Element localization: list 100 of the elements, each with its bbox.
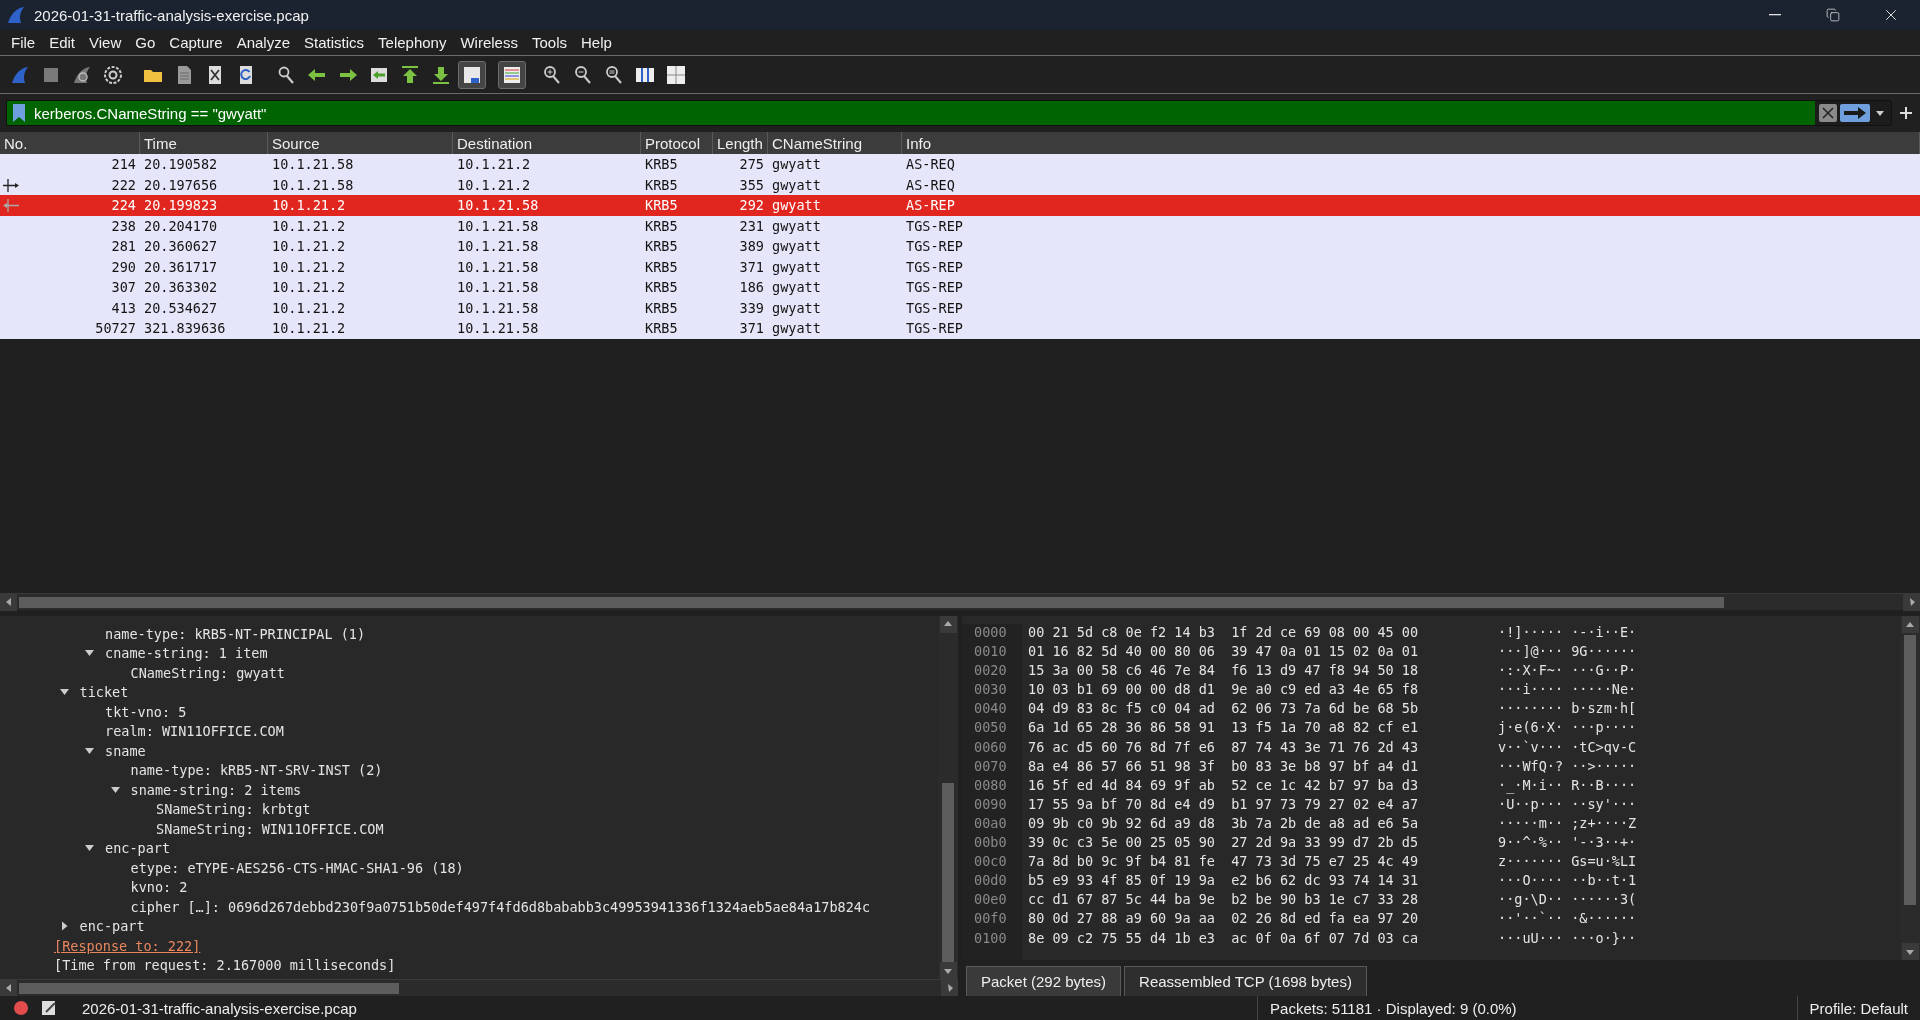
table-cell[interactable]: 10.1.21.58 — [268, 154, 453, 175]
tree-item[interactable]: cname-string: 1 item — [105, 645, 268, 662]
table-cell[interactable]: 224 — [0, 195, 140, 216]
tree-item[interactable]: kvno: 2 — [130, 879, 188, 896]
column-header[interactable]: CNameString — [768, 132, 902, 154]
column-header[interactable]: Protocol — [641, 132, 713, 154]
column-header[interactable]: Length — [713, 132, 768, 154]
tree-item[interactable]: enc-part — [79, 918, 145, 935]
table-cell[interactable]: 355 — [713, 174, 768, 195]
table-cell[interactable]: 20.204170 — [140, 215, 268, 236]
table-cell[interactable]: KRB5 — [641, 195, 713, 216]
table-cell[interactable]: 50727 — [0, 318, 140, 339]
tree-item[interactable]: SNameString: krbtgt — [156, 801, 311, 818]
table-cell[interactable]: 20.197656 — [140, 174, 268, 195]
table-cell[interactable]: 292 — [713, 195, 768, 216]
table-cell[interactable]: TGS-REP — [902, 277, 1920, 298]
tree-item[interactable]: realm: WIN11OFFICE.COM — [105, 723, 284, 740]
table-cell[interactable]: 275 — [713, 154, 768, 175]
table-cell[interactable]: 20.361717 — [140, 256, 268, 277]
edit-comment-icon[interactable] — [40, 999, 58, 1017]
table-cell[interactable]: KRB5 — [641, 174, 713, 195]
column-header[interactable]: Destination — [453, 132, 641, 154]
bytes-tab[interactable]: Reassembled TCP (1698 bytes) — [1124, 966, 1367, 996]
table-cell[interactable]: 10.1.21.58 — [268, 174, 453, 195]
tree-item[interactable]: etype: eTYPE-AES256-CTS-HMAC-SHA1-96 (18) — [130, 859, 464, 876]
menu-item[interactable]: Go — [128, 34, 163, 51]
table-cell[interactable]: TGS-REP — [902, 236, 1920, 257]
table-cell[interactable]: 231 — [713, 215, 768, 236]
tree-item[interactable]: ticket — [79, 684, 129, 701]
table-cell[interactable]: 20.534627 — [140, 297, 268, 318]
column-header[interactable]: Time — [140, 132, 268, 154]
table-cell[interactable]: gwyatt — [768, 215, 902, 236]
table-cell[interactable]: 339 — [713, 297, 768, 318]
menu-item[interactable]: Wireless — [453, 34, 525, 51]
menu-item[interactable]: Capture — [162, 34, 230, 51]
column-header[interactable]: Info — [902, 132, 1920, 154]
table-cell[interactable]: 389 — [713, 236, 768, 257]
table-cell[interactable]: 10.1.21.58 — [453, 195, 641, 216]
bytes-tab[interactable]: Packet (292 bytes) — [966, 966, 1122, 996]
apply-button[interactable] — [1840, 104, 1870, 122]
table-cell[interactable]: 10.1.21.2 — [268, 236, 453, 257]
table-cell[interactable]: 20.199823 — [140, 195, 268, 216]
menu-item[interactable]: Telephony — [371, 34, 454, 51]
table-cell[interactable]: 10.1.21.58 — [453, 318, 641, 339]
table-cell[interactable]: 10.1.21.2 — [268, 256, 453, 277]
table-cell[interactable]: 413 — [0, 297, 140, 318]
tree-item[interactable]: CNameString: gwyatt — [130, 664, 285, 681]
table-cell[interactable]: 10.1.21.2 — [453, 154, 641, 175]
tree-item[interactable]: tkt-vno: 5 — [105, 703, 187, 720]
horizontal-scrollbar[interactable] — [0, 593, 1920, 610]
table-cell[interactable]: gwyatt — [768, 236, 902, 257]
menu-item[interactable]: Tools — [524, 34, 574, 51]
menu-item[interactable]: Help — [574, 34, 619, 51]
table-cell[interactable]: gwyatt — [768, 174, 902, 195]
horizontal-scrollbar[interactable] — [0, 979, 958, 996]
table-cell[interactable]: AS-REQ — [902, 154, 1920, 175]
table-cell[interactable]: TGS-REP — [902, 215, 1920, 236]
table-cell[interactable]: KRB5 — [641, 277, 713, 298]
table-cell[interactable]: 10.1.21.2 — [268, 215, 453, 236]
clear-button[interactable] — [1819, 104, 1837, 122]
table-cell[interactable]: AS-REP — [902, 195, 1920, 216]
table-cell[interactable]: 290 — [0, 256, 140, 277]
table-cell[interactable]: 186 — [713, 277, 768, 298]
table-cell[interactable]: 10.1.21.58 — [453, 277, 641, 298]
table-cell[interactable]: 20.360627 — [140, 236, 268, 257]
table-cell[interactable]: KRB5 — [641, 318, 713, 339]
table-cell[interactable]: 214 — [0, 154, 140, 175]
table-cell[interactable]: TGS-REP — [902, 318, 1920, 339]
table-cell[interactable]: gwyatt — [768, 318, 902, 339]
bookmark-icon[interactable] — [10, 102, 28, 124]
column-header[interactable]: Source — [268, 132, 453, 154]
menu-item[interactable]: Statistics — [297, 34, 372, 51]
table-cell[interactable]: gwyatt — [768, 256, 902, 277]
table-cell[interactable]: AS-REQ — [902, 174, 1920, 195]
menu-item[interactable]: File — [4, 34, 43, 51]
menu-item[interactable]: Edit — [42, 34, 83, 51]
table-cell[interactable]: gwyatt — [768, 277, 902, 298]
table-cell[interactable]: 281 — [0, 236, 140, 257]
table-cell[interactable]: TGS-REP — [902, 297, 1920, 318]
table-cell[interactable]: 307 — [0, 277, 140, 298]
table-cell[interactable]: KRB5 — [641, 154, 713, 175]
table-cell[interactable]: KRB5 — [641, 236, 713, 257]
table-cell[interactable]: 10.1.21.2 — [268, 195, 453, 216]
table-cell[interactable]: 10.1.21.2 — [268, 277, 453, 298]
table-cell[interactable]: 10.1.21.58 — [453, 236, 641, 257]
table-cell[interactable]: 10.1.21.58 — [453, 297, 641, 318]
tree-item[interactable]: SNameString: WIN11OFFICE.COM — [156, 820, 384, 837]
table-cell[interactable]: 222 — [0, 174, 140, 195]
table-cell[interactable]: 10.1.21.58 — [453, 256, 641, 277]
table-cell[interactable]: 20.190582 — [140, 154, 268, 175]
toolbar-button[interactable] — [458, 60, 486, 89]
table-cell[interactable]: 20.363302 — [140, 277, 268, 298]
menu-item[interactable]: View — [82, 34, 129, 51]
tree-item[interactable]: [Time from request: 2.167000 milliseconds] — [54, 957, 396, 974]
table-cell[interactable]: TGS-REP — [902, 256, 1920, 277]
tree-item[interactable]: name-type: kRB5-NT-PRINCIPAL (1) — [105, 625, 366, 642]
vertical-scrollbar[interactable] — [1900, 616, 1920, 960]
table-cell[interactable]: KRB5 — [641, 297, 713, 318]
tree-link[interactable]: [Response to: 222] — [54, 937, 201, 954]
tree-item[interactable]: sname-string: 2 items — [130, 781, 302, 798]
